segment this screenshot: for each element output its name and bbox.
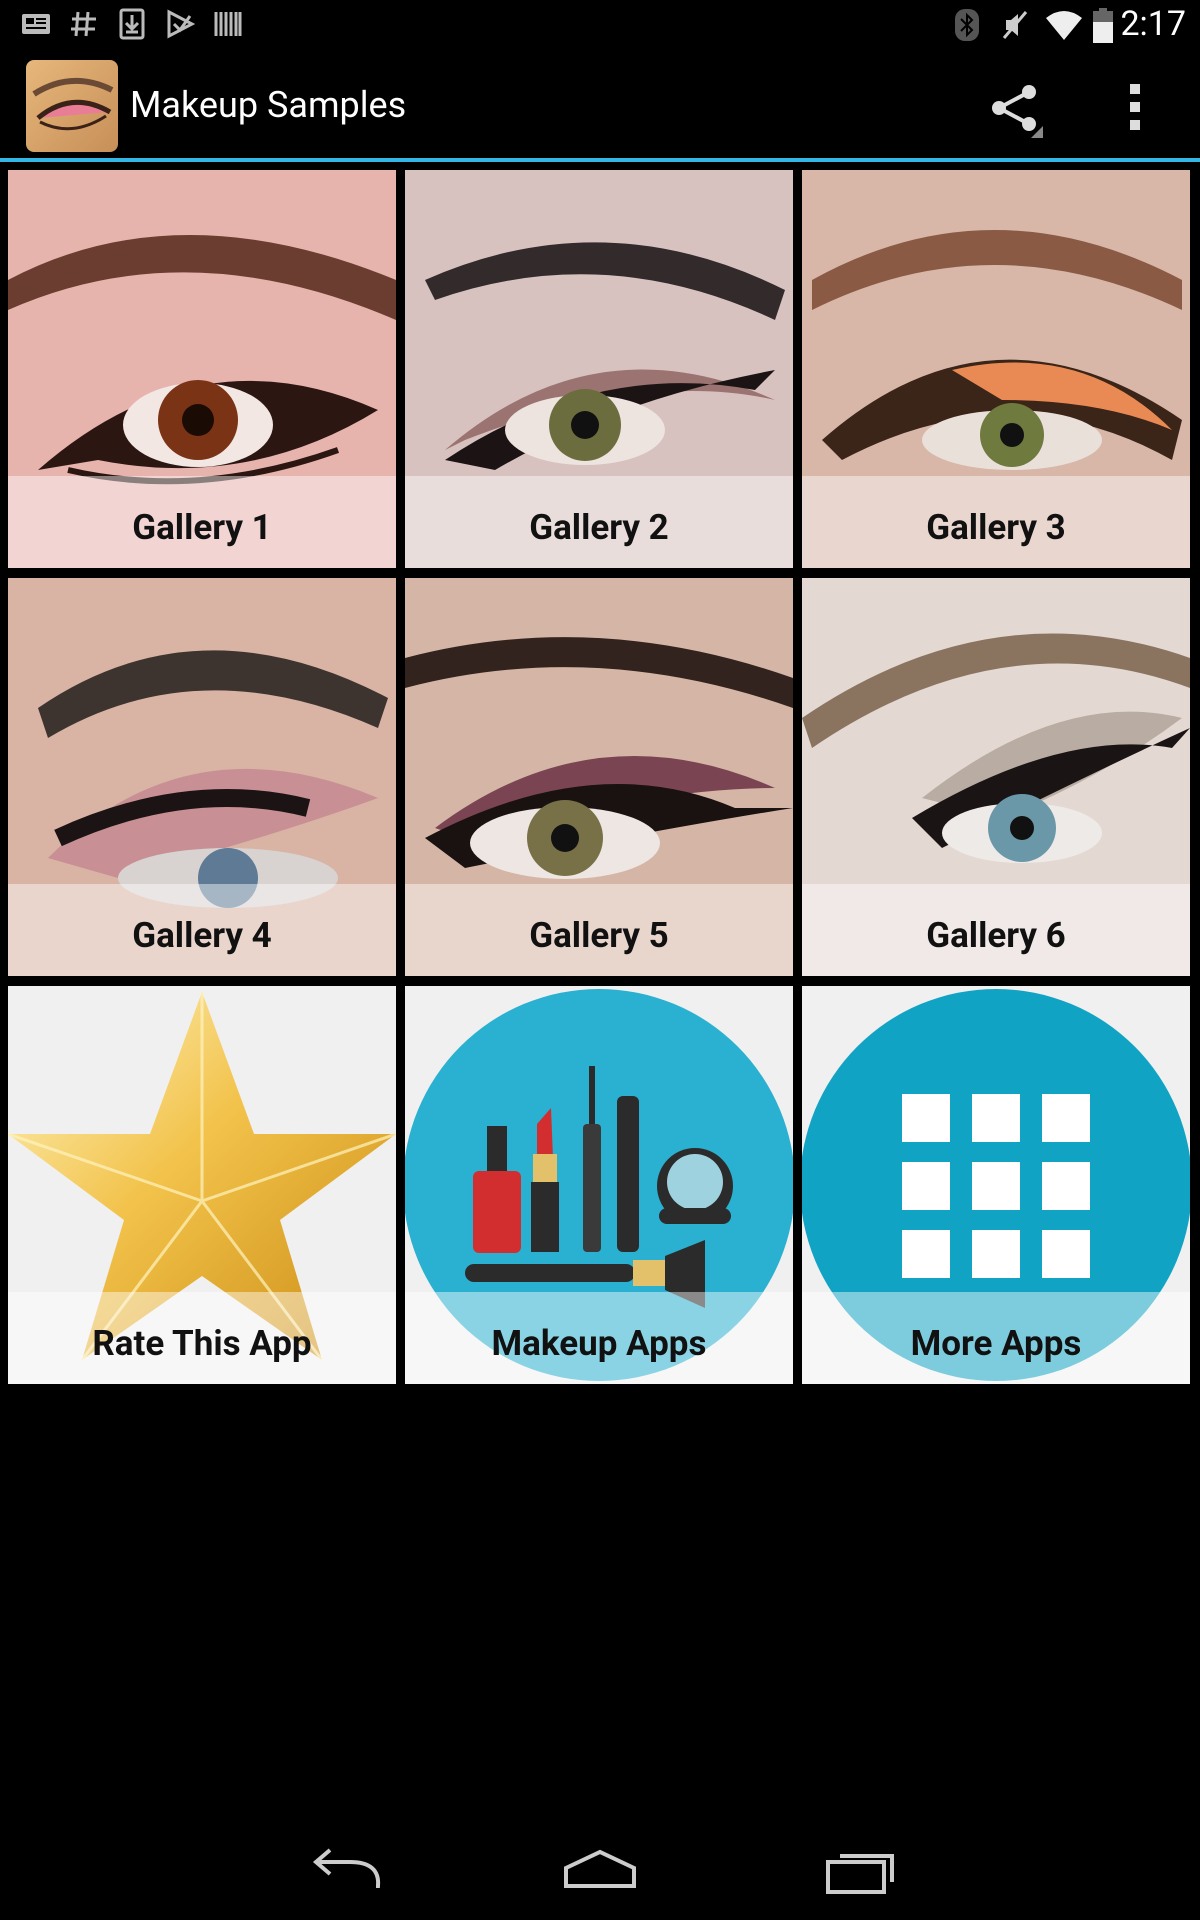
news-icon [22, 14, 50, 34]
tile-label: More Apps [910, 1323, 1082, 1364]
bluetooth-icon [955, 9, 979, 41]
makeup-apps-tile[interactable]: Makeup Apps [405, 986, 793, 1384]
barcode-icon [214, 12, 242, 36]
gallery-tile-6[interactable]: Gallery 6 [802, 578, 1190, 976]
gallery-tile-5[interactable]: Gallery 5 [405, 578, 793, 976]
tile-label: Gallery 6 [926, 915, 1066, 956]
tile-label: Gallery 5 [529, 915, 669, 956]
play-store-icon [167, 9, 196, 39]
tile-label: Gallery 3 [926, 507, 1066, 548]
overflow-menu-icon[interactable] [1118, 80, 1154, 136]
battery-icon [1093, 8, 1113, 43]
tile-label: Rate This App [92, 1323, 312, 1364]
recent-apps-icon[interactable] [822, 1846, 902, 1896]
clock: 2:17 [1120, 4, 1186, 44]
tile-label: Makeup Apps [491, 1323, 707, 1364]
home-icon[interactable] [560, 1846, 640, 1896]
app-icon[interactable] [26, 60, 118, 152]
gallery-tile-4[interactable]: Gallery 4 [8, 578, 396, 976]
wifi-icon [1046, 11, 1082, 40]
tile-label: Gallery 1 [132, 507, 272, 548]
rate-app-tile[interactable]: Rate This App [8, 986, 396, 1384]
tile-label: Gallery 4 [132, 915, 272, 956]
more-apps-tile[interactable]: More Apps [802, 986, 1190, 1384]
gallery-tile-2[interactable]: Gallery 2 [405, 170, 793, 568]
hash-icon [71, 11, 96, 37]
gallery-tile-3[interactable]: Gallery 3 [802, 170, 1190, 568]
back-icon[interactable] [306, 1846, 386, 1896]
gallery-tile-1[interactable]: Gallery 1 [8, 170, 396, 568]
share-icon[interactable] [985, 80, 1045, 140]
tile-label: Gallery 2 [529, 507, 669, 548]
status-bar: 2:17 [0, 0, 1200, 50]
mute-icon [1002, 11, 1028, 39]
page-title: Makeup Samples [130, 84, 407, 126]
action-bar-divider [0, 158, 1200, 162]
download-icon [119, 8, 145, 40]
